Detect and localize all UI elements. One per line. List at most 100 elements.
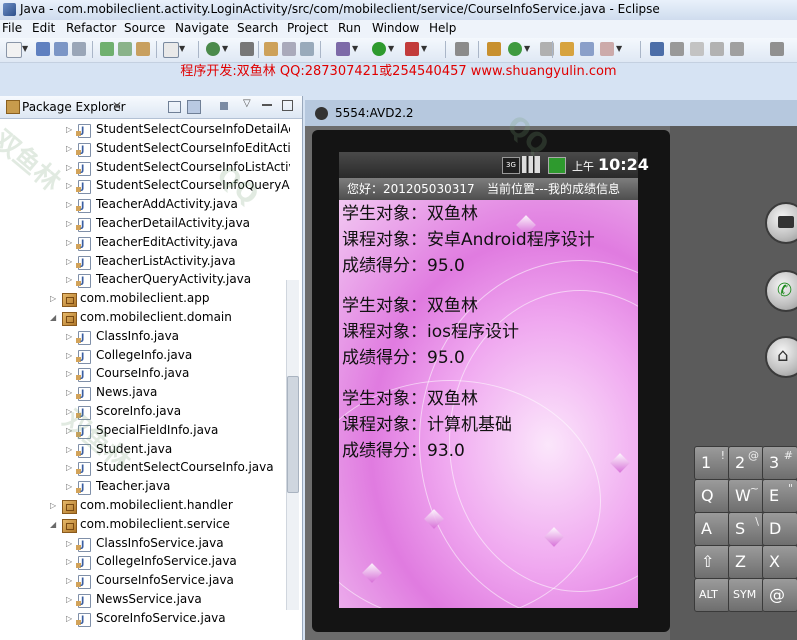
tree-item-file[interactable]: ▷ CollegeInfo.java [0, 346, 290, 367]
collapsed-twisty-icon[interactable]: ▷ [50, 289, 60, 308]
tree-item-package[interactable]: ◢ com.mobileclient.domain [0, 308, 290, 327]
menu-source[interactable]: Source [124, 21, 165, 35]
collapsed-twisty-icon[interactable]: ▷ [50, 496, 60, 515]
menu-window[interactable]: Window [372, 21, 419, 35]
collapsed-twisty-icon[interactable]: ▷ [66, 421, 76, 440]
key-row5-0[interactable]: ALT [694, 578, 730, 612]
tree-item-package[interactable]: ▷ com.mobileclient.app [0, 289, 290, 308]
tree-item-file[interactable]: ▷ TeacherEditActivity.java [0, 233, 290, 254]
class-dropdown-icon[interactable]: ▼ [524, 42, 532, 56]
key-row4-1[interactable]: Z [728, 545, 764, 579]
collapsed-twisty-icon[interactable]: ▷ [66, 571, 76, 590]
collapsed-twisty-icon[interactable]: ▷ [66, 327, 76, 346]
dropdown-icon[interactable]: ▼ [179, 42, 187, 56]
collapsed-twisty-icon[interactable]: ▷ [66, 402, 76, 421]
check-icon[interactable] [206, 42, 220, 56]
save-all-icon[interactable] [54, 42, 68, 56]
tree-item-file[interactable]: ▷ NewsService.java [0, 590, 290, 611]
terminal-icon[interactable] [282, 42, 296, 56]
link-editor-icon[interactable] [187, 100, 201, 114]
collapsed-twisty-icon[interactable]: ▷ [66, 383, 76, 402]
menu-refactor[interactable]: Refactor [66, 21, 116, 35]
collapsed-twisty-icon[interactable]: ▷ [66, 552, 76, 571]
close-view-icon[interactable]: ✕ [112, 99, 122, 113]
run-dropdown-icon[interactable]: ▼ [388, 42, 396, 56]
collapsed-twisty-icon[interactable]: ▷ [66, 440, 76, 459]
new-class-icon[interactable] [508, 42, 522, 56]
new-package-icon[interactable] [487, 42, 501, 56]
camera-button[interactable] [765, 202, 797, 244]
collapsed-twisty-icon[interactable]: ▷ [66, 346, 76, 365]
tree-item-file[interactable]: ▷ TeacherAddActivity.java [0, 195, 290, 216]
save-icon[interactable] [36, 42, 50, 56]
tree-item-file[interactable]: ▷ CollegeInfoService.java [0, 552, 290, 573]
open-type-icon[interactable] [163, 42, 179, 58]
pen-dropdown-icon[interactable]: ▼ [616, 42, 624, 56]
tree-item-file[interactable]: ▷ ScoreInfoService.java [0, 609, 290, 630]
tree-item-file[interactable]: ▷ TeacherListActivity.java [0, 252, 290, 273]
forward-icon[interactable] [770, 42, 784, 56]
tree-item-package[interactable]: ▷ com.mobileclient.handler [0, 496, 290, 515]
open-project-icon[interactable] [560, 42, 574, 56]
collapsed-twisty-icon[interactable]: ▷ [66, 176, 76, 195]
collapsed-twisty-icon[interactable]: ▷ [66, 364, 76, 383]
key-row1-1[interactable]: 2 @ [728, 446, 764, 480]
view-dropdown-icon[interactable]: ▽ [243, 98, 251, 109]
annotation-icon[interactable] [650, 42, 664, 56]
view-menu-icon[interactable] [220, 102, 228, 110]
pen-icon[interactable] [600, 42, 614, 56]
collapsed-twisty-icon[interactable]: ▷ [66, 158, 76, 177]
collapsed-twisty-icon[interactable]: ▷ [66, 590, 76, 609]
tree-item-file[interactable]: ▷ StudentSelectCourseInfoDetailActiv [0, 120, 290, 141]
minimize-icon[interactable] [262, 104, 272, 106]
new-dropdown-icon[interactable]: ▼ [22, 42, 30, 56]
run-icon[interactable] [372, 42, 386, 56]
menu-navigate[interactable]: Navigate [175, 21, 229, 35]
key-row2-1[interactable]: W ~ [728, 479, 764, 513]
tree-item-file[interactable]: ▷ TeacherQueryActivity.java [0, 270, 290, 291]
collapsed-twisty-icon[interactable]: ▷ [66, 534, 76, 553]
pin-icon[interactable] [455, 42, 469, 56]
collapsed-twisty-icon[interactable]: ▷ [66, 195, 76, 214]
key-row4-0[interactable]: ⇧ [694, 545, 730, 579]
key-row5-2[interactable]: @ [762, 578, 797, 612]
tree-item-file[interactable]: ▷ StudentSelectCourseInfoEditActivit [0, 139, 290, 160]
open-folder-icon[interactable] [264, 42, 278, 56]
new-icon[interactable] [6, 42, 22, 58]
key-row1-0[interactable]: 1! [694, 446, 730, 480]
key-row5-1[interactable]: SYM [728, 578, 764, 612]
key-row3-2[interactable]: D [762, 512, 797, 546]
mark-icon[interactable] [240, 42, 254, 56]
window-icon[interactable] [300, 42, 314, 56]
print-icon[interactable] [72, 42, 86, 56]
menu-search[interactable]: Search [237, 21, 278, 35]
key-row2-2[interactable]: E " [762, 479, 797, 513]
call-button[interactable]: ✆ [765, 270, 797, 312]
collapse-all-icon[interactable] [168, 101, 181, 113]
collapsed-twisty-icon[interactable]: ▷ [66, 477, 76, 496]
tree-item-file[interactable]: ▷ TeacherDetailActivity.java [0, 214, 290, 235]
back-icon[interactable] [730, 42, 744, 56]
android-sdk-icon[interactable] [100, 42, 114, 56]
collapsed-twisty-icon[interactable]: ▷ [66, 609, 76, 628]
tree-item-file[interactable]: ▷ News.java [0, 383, 290, 404]
lint-icon[interactable] [136, 42, 150, 56]
tree-item-file[interactable]: ▷ ClassInfo.java [0, 327, 290, 348]
tree-item-package[interactable]: ◢ com.mobileclient.service [0, 515, 290, 534]
refresh-icon[interactable] [580, 42, 594, 56]
collapsed-twisty-icon[interactable]: ▷ [66, 270, 76, 289]
key-row3-1[interactable]: S \ [728, 512, 764, 546]
tree-item-file[interactable]: ▷ StudentSelectCourseInfoListActivity [0, 158, 290, 179]
collapsed-twisty-icon[interactable]: ▷ [66, 233, 76, 252]
tree-item-file[interactable]: ▷ CourseInfoService.java [0, 571, 290, 592]
tree-scrollbar-thumb[interactable] [287, 376, 299, 493]
collapsed-twisty-icon[interactable]: ▷ [66, 458, 76, 477]
key-row1-2[interactable]: 3 # [762, 446, 797, 480]
key-row2-0[interactable]: Q [694, 479, 730, 513]
tree-item-file[interactable]: ▷ ScoreInfo.java [0, 402, 290, 423]
expanded-twisty-icon[interactable]: ◢ [50, 515, 60, 534]
collapsed-twisty-icon[interactable]: ▷ [66, 252, 76, 271]
prev-annotation-icon[interactable] [690, 42, 704, 56]
menu-file[interactable]: File [2, 21, 22, 35]
menu-edit[interactable]: Edit [32, 21, 55, 35]
